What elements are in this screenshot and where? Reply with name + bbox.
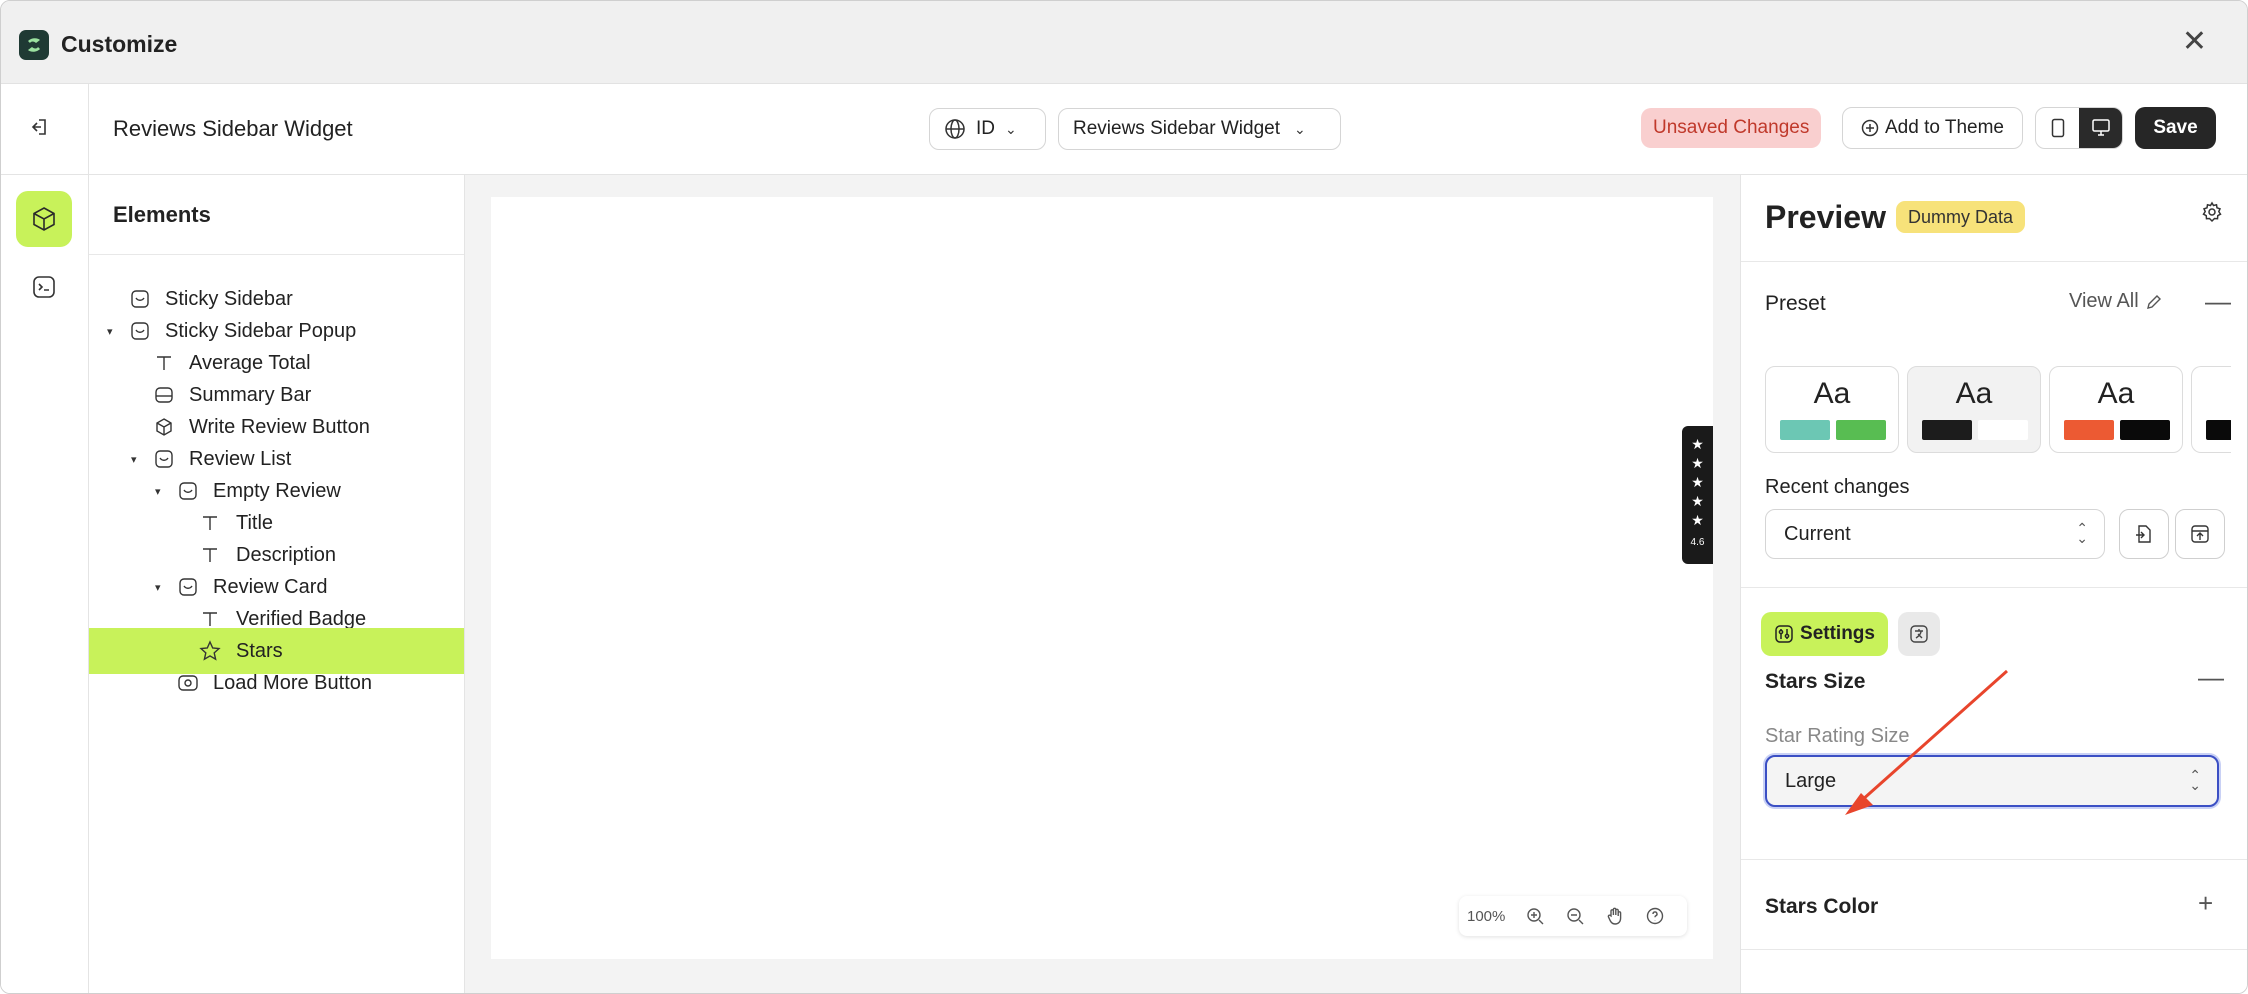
add-to-theme-button[interactable]: Add to Theme	[1842, 107, 2023, 149]
preview-header: Preview Dummy Data	[1741, 175, 2247, 262]
tree-item-load-more-button[interactable]: Load More Button	[89, 660, 464, 706]
color-swatch	[1922, 420, 1972, 440]
caret-down-icon[interactable]: ▾	[131, 453, 137, 466]
app-logo-icon	[19, 30, 49, 60]
preview-title: Preview	[1765, 199, 1886, 235]
dummy-data-badge: Dummy Data	[1896, 201, 2026, 233]
star-rating-size-select[interactable]: Large ⌃ ⌄	[1765, 755, 2219, 807]
color-swatch	[1780, 420, 1830, 440]
edit-icon	[2146, 294, 2161, 309]
star-icon: ★	[1691, 436, 1704, 452]
caret-down-icon[interactable]: ▾	[155, 581, 161, 594]
color-swatch	[1978, 420, 2028, 440]
gear-icon[interactable]	[2197, 197, 2227, 227]
elements-rail-button[interactable]	[16, 191, 72, 247]
preset-card-4[interactable]	[2191, 366, 2231, 453]
widget-select-value: Reviews Sidebar Widget	[1073, 118, 1280, 139]
globe-icon	[945, 119, 965, 139]
preset-card-3[interactable]: Aa	[2049, 366, 2183, 453]
hand-pan-icon[interactable]	[1601, 902, 1629, 930]
window-title: Customize	[61, 31, 178, 57]
preset-card-1[interactable]: Aa	[1765, 366, 1899, 453]
zoom-out-icon[interactable]	[1561, 902, 1589, 930]
export-button[interactable]	[2175, 509, 2225, 559]
zoom-toolbar: 100%	[1459, 896, 1687, 936]
save-button[interactable]: Save	[2135, 107, 2216, 149]
floating-tab-rating: 4.6	[1690, 537, 1705, 548]
preview-canvas[interactable]	[491, 197, 1713, 959]
color-swatch	[2120, 420, 2170, 440]
code-rail-button[interactable]	[16, 259, 72, 315]
preset-section: Preset View All — Aa Aa Aa Recent change…	[1741, 262, 2247, 588]
chevron-down-icon: ⌄	[1293, 120, 1306, 137]
customize-window: Customize ✕ Reviews Sidebar Widget ID ⌄ …	[0, 0, 2248, 994]
color-swatch	[1836, 420, 1886, 440]
toolbar-divider	[88, 84, 89, 175]
cube-icon	[33, 207, 55, 231]
terminal-icon	[33, 276, 55, 298]
stars-size-title: Stars Size	[1765, 670, 1866, 693]
caret-down-icon[interactable]: ▾	[107, 325, 113, 338]
help-icon[interactable]	[1641, 902, 1669, 930]
caret-down-icon[interactable]: ▾	[155, 485, 161, 498]
elements-heading: Elements	[89, 175, 464, 255]
tab-settings[interactable]: Settings	[1761, 612, 1888, 656]
stars-size-section: Stars Size — Star Rating Size Large ⌃ ⌄	[1741, 662, 2247, 860]
collapse-icon[interactable]: —	[2198, 662, 2224, 693]
view-all-link[interactable]: View All	[2069, 290, 2163, 313]
title-bar: Customize ✕	[1, 1, 2247, 84]
elements-panel: Elements Sticky Sidebar ▾ Sticky Sidebar…	[89, 175, 465, 993]
settings-panel: Preview Dummy Data Preset View All — Aa …	[1740, 175, 2247, 993]
plus-circle-icon	[1861, 119, 1879, 137]
file-import-icon	[2136, 525, 2151, 543]
widget-select[interactable]: Reviews Sidebar Widget ⌄	[1058, 108, 1341, 150]
device-toggle	[2035, 107, 2123, 149]
zoom-in-icon[interactable]	[1521, 902, 1549, 930]
unsaved-changes-badge: Unsaved Changes	[1641, 108, 1822, 148]
star-icon: ★	[1691, 474, 1704, 490]
stars-color-title: Stars Color	[1765, 895, 1879, 918]
star-icon: ★	[1691, 493, 1704, 509]
chevron-down-icon: ⌄	[1005, 120, 1017, 137]
language-select[interactable]: ID ⌄	[929, 108, 1046, 150]
desktop-icon	[2091, 119, 2110, 136]
mobile-icon	[2051, 118, 2064, 138]
star-rating-size-label: Star Rating Size	[1765, 725, 1910, 747]
color-swatch	[2206, 420, 2231, 440]
star-icon: ★	[1691, 512, 1704, 528]
top-toolbar: Reviews Sidebar Widget ID ⌄ Reviews Side…	[1, 84, 2247, 175]
expand-plus-icon[interactable]: +	[2198, 888, 2213, 919]
tab-translate[interactable]	[1898, 612, 1940, 656]
exit-icon[interactable]	[25, 112, 55, 142]
language-value: ID	[976, 118, 995, 139]
button-icon	[175, 670, 201, 696]
translate-icon	[1910, 625, 1928, 643]
add-to-theme-label: Add to Theme	[1884, 117, 2004, 138]
star-icon: ★	[1691, 455, 1704, 471]
stars-color-section: Stars Color +	[1741, 860, 2247, 950]
collapse-icon[interactable]: —	[2205, 286, 2231, 317]
mobile-view-button[interactable]	[2036, 108, 2079, 148]
import-button[interactable]	[2119, 509, 2169, 559]
desktop-view-button[interactable]	[2079, 108, 2122, 148]
updown-chevron-icon: ⌃ ⌄	[2076, 520, 2088, 546]
floating-reviews-tab[interactable]: ★ ★ ★ ★ ★ 4.6	[1682, 426, 1713, 564]
left-rail	[1, 175, 89, 993]
close-icon[interactable]: ✕	[2182, 27, 2207, 57]
widget-title: Reviews Sidebar Widget	[113, 116, 353, 141]
updown-chevron-icon: ⌃ ⌄	[2189, 767, 2201, 793]
recent-changes-select[interactable]: Current ⌃ ⌄	[1765, 509, 2105, 559]
color-swatch	[2064, 420, 2114, 440]
preset-card-2[interactable]: Aa	[1907, 366, 2041, 453]
zoom-level: 100%	[1467, 907, 1506, 925]
settings-sliders-icon	[1775, 625, 1793, 643]
upload-box-icon	[2191, 525, 2209, 543]
recent-changes-label: Recent changes	[1765, 476, 1910, 498]
preset-label: Preset	[1765, 292, 1826, 315]
